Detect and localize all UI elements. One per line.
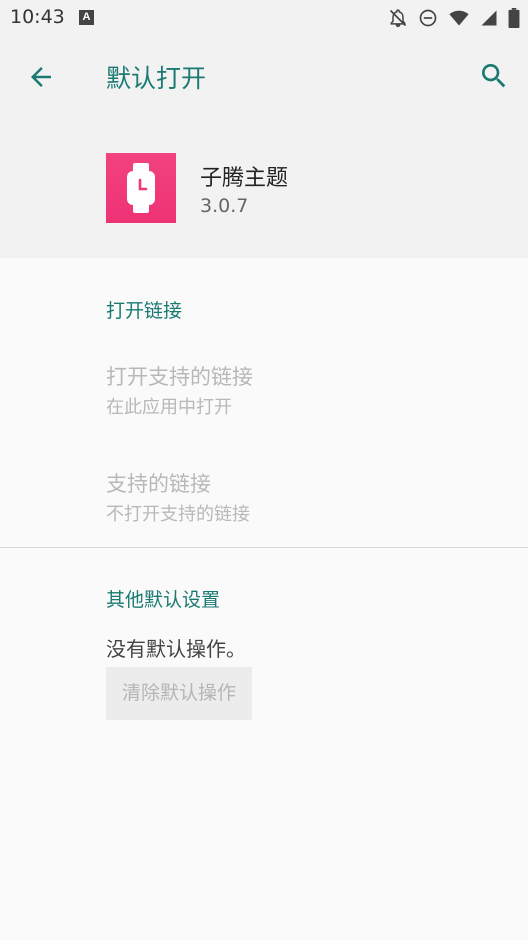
clear-defaults-button[interactable]: 清除默认操作 bbox=[106, 667, 252, 720]
supported-links-title[interactable]: 支持的链接 bbox=[106, 468, 211, 498]
page-title: 默认打开 bbox=[106, 64, 207, 93]
open-supported-links-title[interactable]: 打开支持的链接 bbox=[106, 361, 253, 391]
wifi-icon bbox=[449, 10, 469, 26]
supported-links-value: 不打开支持的链接 bbox=[106, 504, 250, 525]
cell-signal-icon bbox=[481, 10, 497, 26]
status-time: 10:43 bbox=[10, 6, 65, 28]
app-header bbox=[0, 36, 528, 258]
battery-icon bbox=[508, 8, 520, 28]
watch-icon bbox=[127, 163, 155, 213]
do-not-disturb-icon bbox=[419, 9, 437, 27]
app-name: 子腾主题 bbox=[200, 166, 289, 191]
open-supported-links-value: 在此应用中打开 bbox=[106, 397, 232, 418]
notification-a-icon: A bbox=[79, 10, 94, 25]
no-defaults-text: 没有默认操作。 bbox=[106, 637, 246, 661]
section-header-other-defaults: 其他默认设置 bbox=[106, 589, 221, 611]
status-icons bbox=[388, 7, 520, 29]
divider bbox=[0, 547, 528, 548]
section-header-open-links: 打开链接 bbox=[106, 300, 183, 322]
search-icon[interactable] bbox=[478, 60, 510, 92]
app-icon bbox=[106, 153, 176, 223]
arrow-back-icon[interactable] bbox=[26, 62, 56, 92]
status-bar: 10:43 A bbox=[0, 0, 528, 36]
app-version: 3.0.7 bbox=[200, 195, 249, 217]
notifications-off-icon bbox=[389, 9, 407, 28]
